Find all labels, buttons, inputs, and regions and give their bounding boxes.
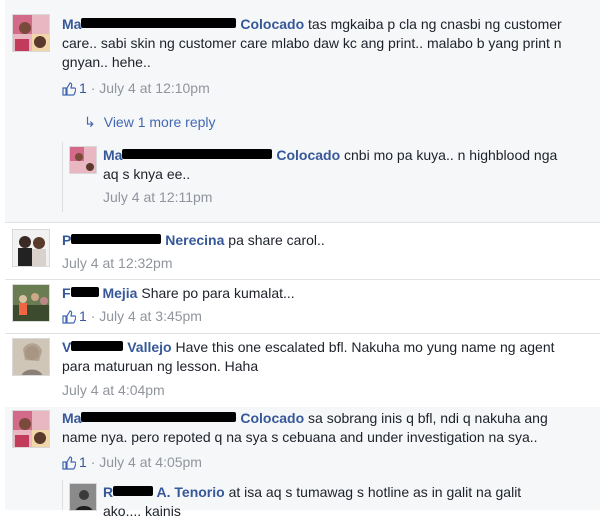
like-icon[interactable] xyxy=(62,456,77,475)
reply-body: Ma Colocado cnbi mo pa kuya.. n highbloo… xyxy=(103,146,563,184)
like-count[interactable]: 1 xyxy=(79,308,87,324)
like-icon[interactable] xyxy=(62,82,77,101)
avatar[interactable] xyxy=(12,338,50,376)
commenter-name[interactable]: R A. Tenorio xyxy=(103,484,225,500)
comment-meta: 1 · July 4 at 3:45pm xyxy=(62,307,202,329)
comment-4: V Vallejo Have this one escalated bfl. N… xyxy=(0,334,605,407)
comment-body: Ma Colocado tas mgkaiba p cla ng cnasbi … xyxy=(62,15,582,72)
avatar[interactable] xyxy=(12,284,50,322)
comment-2: P Nerecina pa share carol.. July 4 at 12… xyxy=(0,223,605,279)
meta-separator: · xyxy=(90,454,96,470)
comment-text: pa share carol.. xyxy=(228,232,325,248)
comment-meta: July 4 at 12:11pm xyxy=(103,188,212,207)
avatar[interactable] xyxy=(12,410,50,448)
comment-body: Ma Colocado sa sobrang inis q bfl, ndi q… xyxy=(62,409,582,447)
comment-time[interactable]: July 4 at 4:05pm xyxy=(99,454,202,470)
meta-separator: · xyxy=(90,308,96,324)
comment-meta: 1 · July 4 at 4:05pm xyxy=(62,453,202,475)
comment-meta: July 4 at 12:32pm xyxy=(62,254,173,273)
reply-arrow-icon: ↳ xyxy=(84,114,96,130)
comment-time[interactable]: July 4 at 12:10pm xyxy=(99,80,210,96)
avatar[interactable] xyxy=(69,146,97,174)
commenter-name[interactable]: Ma Colocado xyxy=(62,410,304,426)
commenter-name[interactable]: Ma Colocado xyxy=(62,16,304,32)
comment-time[interactable]: July 4 at 12:11pm xyxy=(103,189,212,205)
meta-separator: · xyxy=(90,80,96,96)
like-count[interactable]: 1 xyxy=(79,80,87,96)
comment-body: V Vallejo Have this one escalated bfl. N… xyxy=(62,338,582,376)
avatar[interactable] xyxy=(69,483,97,511)
commenter-name[interactable]: F Mejia xyxy=(62,285,137,301)
comment-time[interactable]: July 4 at 4:04pm xyxy=(62,382,165,398)
comment-body: F Mejia Share po para kumalat... xyxy=(62,284,582,303)
avatar[interactable] xyxy=(12,229,50,267)
commenter-name[interactable]: V Vallejo xyxy=(62,339,172,355)
comment-time[interactable]: July 4 at 3:45pm xyxy=(99,308,202,324)
comment-5: Ma Colocado sa sobrang inis q bfl, ndi q… xyxy=(0,407,605,519)
like-icon[interactable] xyxy=(62,310,77,329)
avatar[interactable] xyxy=(12,14,50,52)
view-more-replies[interactable]: ↳ View 1 more reply xyxy=(84,113,216,132)
comment-time[interactable]: July 4 at 12:32pm xyxy=(62,255,173,271)
reply-thread-line xyxy=(62,480,63,510)
commenter-name[interactable]: Ma Colocado xyxy=(103,147,340,163)
comment-body: P Nerecina pa share carol.. xyxy=(62,231,582,250)
comment-3: F Mejia Share po para kumalat... 1 · Jul… xyxy=(0,280,605,333)
comment-1: Ma Colocado tas mgkaiba p cla ng cnasbi … xyxy=(0,0,605,222)
reply-body: R A. Tenorio at isa aq s tumawag s hotli… xyxy=(103,483,543,521)
commenter-name[interactable]: P Nerecina xyxy=(62,232,224,248)
like-count[interactable]: 1 xyxy=(79,454,87,470)
comment-text: Share po para kumalat... xyxy=(141,285,295,301)
comment-meta: July 4 at 4:04pm xyxy=(62,381,165,400)
comment-meta: 1 · July 4 at 12:10pm xyxy=(62,79,210,101)
reply-thread-line xyxy=(62,142,63,212)
